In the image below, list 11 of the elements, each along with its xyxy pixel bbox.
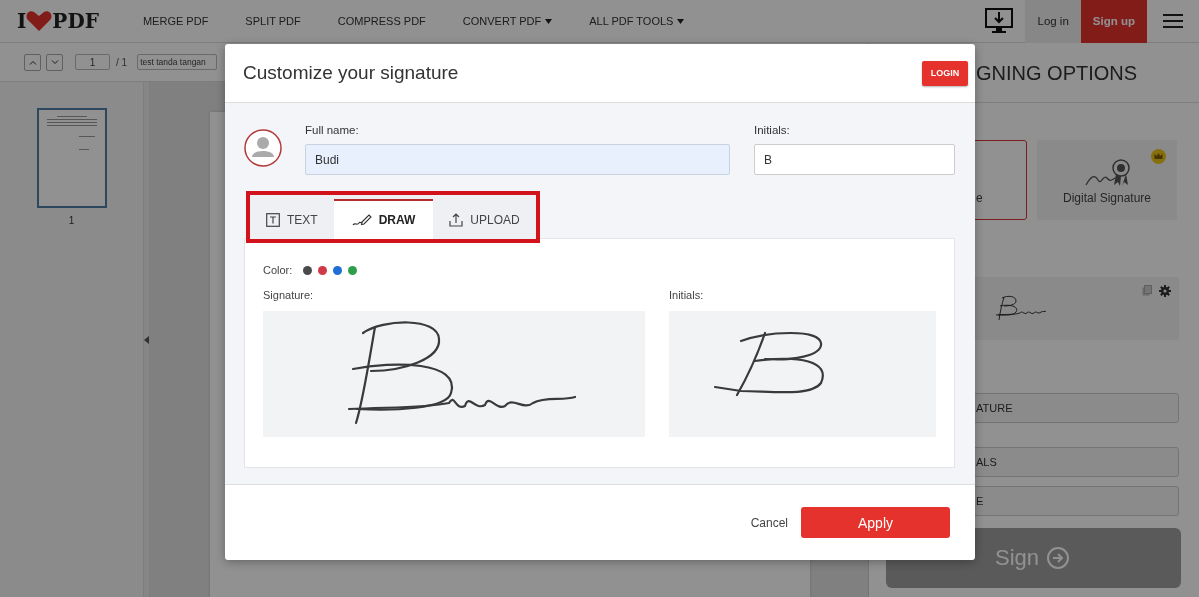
dialog-title: Customize your signature (243, 62, 459, 84)
logo-text: PDF (52, 9, 99, 33)
color-label: Color: (263, 264, 293, 276)
signature-label: Signature: (263, 289, 315, 301)
initials-label: Initials: (669, 289, 705, 301)
logo-text: I (17, 9, 27, 33)
field-label: Full name: (305, 124, 360, 136)
field-label: Initials: (754, 124, 791, 136)
panel-title: GNING OPTIONS (976, 62, 1138, 86)
page-count: / 1 (116, 56, 128, 68)
page-number: 1 (68, 215, 75, 226)
